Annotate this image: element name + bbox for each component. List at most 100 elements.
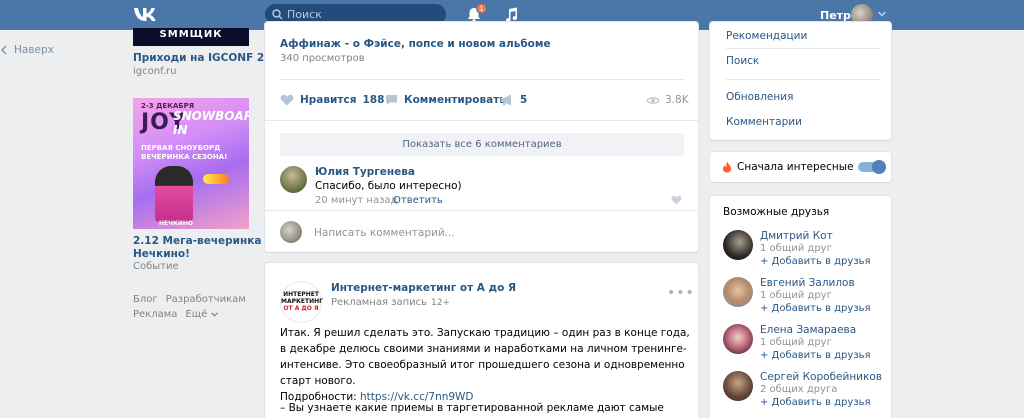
friend-avatar[interactable] [723,230,753,260]
ad-image-promo: ПЕРВАЯ СНОУБОРД ВЕЧЕРИНКА СЕЗОНА! [141,144,227,162]
add-friend-button[interactable]: + Добавить в друзья [760,397,871,408]
friend-avatar[interactable] [723,324,753,354]
add-friend-button[interactable]: + Добавить в друзья [760,256,871,267]
possible-friends-card: Возможные друзья Дмитрий Кот 1 общий дру… [710,196,891,418]
footer-links-row1: Блог Разработчикам [133,294,254,305]
view-count-value: 3.8K [665,94,689,106]
community-logo[interactable]: ИНТЕРНЕТ МАРКЕТИНГ ОТ А ДО Я [280,281,323,323]
possible-friends-title: Возможные друзья [723,206,830,218]
comment-time[interactable]: 20 минут назад [315,195,397,206]
divider [265,120,698,121]
post-card-affinazh: Аффинаж - о Фэйсе, попсе и новом альбоме… [265,22,698,252]
post-card-ad: ИНТЕРНЕТ МАРКЕТИНГ ОТ А ДО Я Интернет-ма… [265,263,698,418]
menu-item-recommendations[interactable]: Рекомендации [726,30,807,42]
back-to-top-link[interactable]: Наверх [0,44,54,56]
like-label: Нравится [300,94,357,106]
ad-domain-igconf: igconf.ru [133,66,177,77]
search-input[interactable] [287,7,437,22]
vk-logo-icon[interactable] [133,4,159,24]
megaphone-icon [501,94,511,106]
post-author-name[interactable]: Интернет-маркетинг от А до Я [331,282,516,294]
friend-mutual[interactable]: 2 общих друга [760,384,837,395]
comment-text: Спасибо, было интересно) [315,180,462,192]
reply-link[interactable]: Ответить [393,195,443,206]
sort-toggle[interactable] [858,160,886,174]
news-filter-menu: Рекомендации Поиск Обновления Комментари… [710,22,891,140]
chevron-down-icon [211,312,219,317]
friend-suggestion: Евгений Залилов 1 общий друг + Добавить … [723,277,888,321]
fire-icon [723,161,731,173]
ad-image-promo-line: ПЕРВАЯ СНОУБОРД [141,144,221,152]
post-text: Итак. Я решил сделать это. Запускаю трад… [280,325,690,405]
post-view-count: 3.8K [646,94,689,106]
current-user-avatar [280,221,302,243]
sort-toggle-card: Сначала интересные [710,152,891,182]
goggles-icon [203,174,229,184]
friend-suggestion: Дмитрий Кот 1 общий друг + Добавить в др… [723,230,888,274]
post-text-paragraph: Итак. Я решил сделать это. Запускаю трад… [280,327,690,387]
friend-mutual[interactable]: 1 общий друг [760,243,832,254]
add-friend-button[interactable]: + Добавить в друзья [760,303,871,314]
ad-image-promo-line: ВЕЧЕРИНКА СЕЗОНА! [141,153,228,161]
add-friend-button[interactable]: + Добавить в друзья [760,350,871,361]
comment-author-name[interactable]: Юлия Тургенева [315,166,415,178]
show-all-comments-button[interactable]: Показать все 6 комментариев [280,133,684,156]
logo-line: МАРКЕТИНГ [281,298,323,305]
ad-image-snowboard[interactable]: 2-3 ДЕКАБРЯ JOY SNOWBOARD IN ПЕРВАЯ СНОУ… [133,98,249,229]
sort-label: Сначала интересные [737,161,854,173]
footer-links-row2: Реклама Ещё [133,309,226,320]
friend-name[interactable]: Сергей Коробейников [760,371,882,383]
menu-item-comments[interactable]: Комментарии [726,116,802,128]
heart-icon [280,94,294,106]
footer-more-link[interactable]: Ещё [185,309,219,320]
ad-image-igconf[interactable]: SMMЩИК [133,28,249,46]
footer-more-label: Ещё [185,309,208,320]
post-attachment-views: 340 просмотров [280,53,365,64]
age-rating: 12+ [431,298,451,308]
post-subtitle: Рекламная запись 12+ [331,297,450,308]
ad-title-snowboard[interactable]: 2.12 Мега-вечеринка в [133,235,272,247]
toggle-knob [872,160,886,174]
divider [265,210,698,211]
comment-button[interactable]: Комментировать [385,94,506,106]
notification-badge: 1 [476,3,487,14]
logo-line: ОТ А ДО Я [283,305,319,312]
comment-author-avatar[interactable] [280,166,307,193]
like-button[interactable]: Нравится 188 [280,94,384,106]
write-comment-input[interactable] [314,225,674,240]
post-text-paragraph-2: – Вы узнаете какие приемы в таргетирован… [280,402,664,414]
menu-item-search[interactable]: Поиск [726,55,759,67]
friend-suggestion: Елена Замараева 1 общий друг + Добавить … [723,324,888,368]
post-type-label: Рекламная запись [331,297,428,308]
ad-image-snowboard-text: SNOWBOARD IN [173,109,249,137]
divider [726,79,880,80]
ad-title-snowboard-line2[interactable]: Нечкино! [133,248,190,260]
back-to-top-label: Наверх [14,44,54,56]
friend-mutual[interactable]: 1 общий друг [760,290,832,301]
share-button[interactable]: 5 [500,94,527,106]
friend-suggestion: Сергей Коробейников 2 общих друга + Доба… [723,371,888,415]
footer-developers-link[interactable]: Разработчикам [166,294,246,305]
ad-image-person [155,166,193,222]
like-count: 188 [362,94,385,106]
ad-type-event: Событие [133,261,179,272]
eye-icon [646,96,660,104]
post-attachment-title[interactable]: Аффинаж - о Фэйсе, попсе и новом альбоме [280,38,551,50]
divider [726,48,880,49]
menu-item-updates[interactable]: Обновления [726,91,793,103]
footer-blog-link[interactable]: Блог [133,294,158,305]
footer-ads-link[interactable]: Реклама [133,309,177,320]
divider [280,79,684,80]
heart-icon[interactable] [671,195,682,205]
chevron-down-icon[interactable] [878,11,886,17]
friend-name[interactable]: Дмитрий Кот [760,230,833,242]
friend-name[interactable]: Евгений Залилов [760,277,855,289]
friend-avatar[interactable] [723,277,753,307]
friend-avatar[interactable] [723,371,753,401]
friend-mutual[interactable]: 1 общий друг [760,337,832,348]
friend-name[interactable]: Елена Замараева [760,324,856,336]
logo-line: ИНТЕРНЕТ [283,291,319,298]
music-icon[interactable] [505,7,519,23]
more-options-icon[interactable]: ••• [667,285,695,301]
user-name[interactable]: Петр [820,9,851,22]
